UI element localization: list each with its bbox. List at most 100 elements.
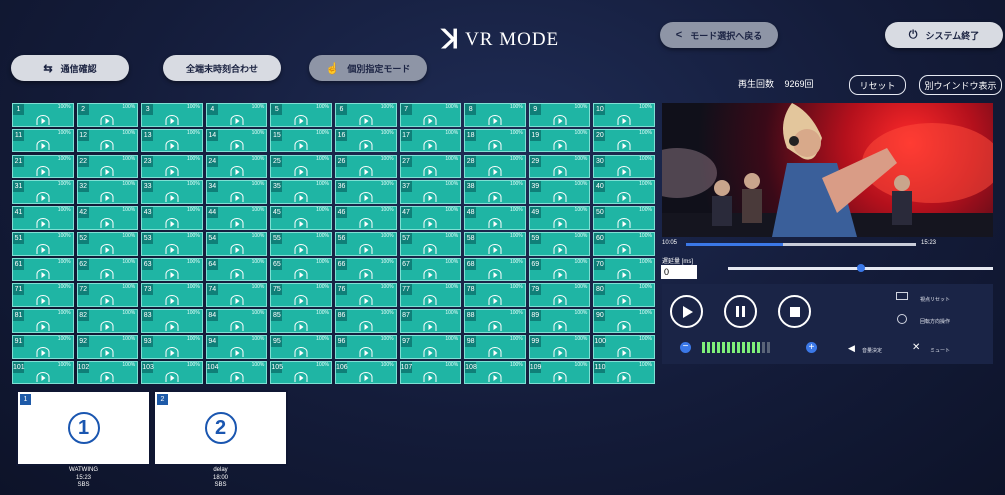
play-icon[interactable] bbox=[100, 295, 114, 306]
device-cell[interactable]: 109 100% bbox=[528, 360, 591, 385]
device-cell[interactable]: 74 100% bbox=[205, 283, 268, 308]
play-icon[interactable] bbox=[488, 217, 502, 228]
device-cell[interactable]: 15 100% bbox=[270, 128, 332, 153]
play-icon[interactable] bbox=[36, 269, 50, 280]
device-cell[interactable]: 78 100% bbox=[464, 283, 526, 308]
device-cell[interactable]: 18 100% bbox=[464, 128, 526, 153]
device-cell[interactable]: 12 100% bbox=[76, 128, 139, 153]
play-icon[interactable] bbox=[230, 166, 244, 177]
play-icon[interactable] bbox=[165, 295, 179, 306]
play-icon[interactable] bbox=[100, 372, 114, 383]
play-icon[interactable] bbox=[165, 372, 179, 383]
play-icon[interactable] bbox=[230, 114, 244, 125]
device-cell[interactable]: 86 100% bbox=[334, 309, 397, 333]
play-icon[interactable] bbox=[617, 372, 631, 383]
device-cell[interactable]: 50 100% bbox=[593, 206, 655, 230]
play-icon[interactable] bbox=[230, 243, 244, 254]
play-icon[interactable] bbox=[423, 166, 437, 177]
play-icon[interactable] bbox=[36, 320, 50, 331]
mute-icon[interactable]: ✕ bbox=[912, 342, 920, 353]
device-cell[interactable]: 58 100% bbox=[464, 231, 526, 256]
device-cell[interactable]: 43 100% bbox=[141, 206, 203, 230]
device-cell[interactable]: 33 100% bbox=[141, 180, 203, 204]
device-cell[interactable]: 85 100% bbox=[270, 309, 332, 333]
device-cell[interactable]: 24 100% bbox=[205, 154, 268, 179]
progress-track[interactable] bbox=[686, 243, 916, 246]
device-cell[interactable]: 92 100% bbox=[76, 335, 139, 359]
play-icon[interactable] bbox=[553, 166, 567, 177]
rotate-direction-icon[interactable] bbox=[897, 314, 907, 324]
device-cell[interactable]: 22 100% bbox=[76, 154, 139, 179]
device-cell[interactable]: 13 100% bbox=[141, 128, 203, 153]
play-icon[interactable] bbox=[165, 320, 179, 331]
device-cell[interactable]: 51 100% bbox=[12, 231, 74, 256]
play-icon[interactable] bbox=[294, 346, 308, 357]
play-icon[interactable] bbox=[294, 191, 308, 202]
device-cell[interactable]: 83 100% bbox=[141, 309, 203, 333]
play-icon[interactable] bbox=[359, 217, 373, 228]
device-cell[interactable]: 14 100% bbox=[205, 128, 268, 153]
play-icon[interactable] bbox=[617, 114, 631, 125]
play-icon[interactable] bbox=[617, 346, 631, 357]
play-icon[interactable] bbox=[165, 140, 179, 151]
device-cell[interactable]: 57 100% bbox=[399, 231, 462, 256]
play-icon[interactable] bbox=[359, 191, 373, 202]
play-icon[interactable] bbox=[488, 114, 502, 125]
play-icon[interactable] bbox=[423, 217, 437, 228]
device-cell[interactable]: 55 100% bbox=[270, 231, 332, 256]
device-cell[interactable]: 27 100% bbox=[399, 154, 462, 179]
device-cell[interactable]: 69 100% bbox=[528, 257, 591, 282]
play-icon[interactable] bbox=[488, 140, 502, 151]
device-cell[interactable]: 36 100% bbox=[334, 180, 397, 204]
comm-check-button[interactable]: ⇆ 通信確認 bbox=[11, 55, 129, 81]
play-icon[interactable] bbox=[359, 166, 373, 177]
device-cell[interactable]: 2 100% bbox=[76, 103, 139, 127]
device-cell[interactable]: 67 100% bbox=[399, 257, 462, 282]
device-cell[interactable]: 28 100% bbox=[464, 154, 526, 179]
device-cell[interactable]: 16 100% bbox=[334, 128, 397, 153]
play-icon[interactable] bbox=[488, 269, 502, 280]
play-icon[interactable] bbox=[553, 269, 567, 280]
device-cell[interactable]: 38 100% bbox=[464, 180, 526, 204]
device-cell[interactable]: 41 100% bbox=[12, 206, 74, 230]
delay-slider-handle[interactable] bbox=[856, 264, 865, 272]
device-cell[interactable]: 17 100% bbox=[399, 128, 462, 153]
device-cell[interactable]: 75 100% bbox=[270, 283, 332, 308]
play-icon[interactable] bbox=[617, 295, 631, 306]
play-icon[interactable] bbox=[36, 217, 50, 228]
play-icon[interactable] bbox=[553, 372, 567, 383]
play-icon[interactable] bbox=[488, 295, 502, 306]
play-icon[interactable] bbox=[100, 320, 114, 331]
volume-up-button[interactable]: + bbox=[806, 342, 817, 353]
device-cell[interactable]: 107 100% bbox=[399, 360, 462, 385]
device-cell[interactable]: 56 100% bbox=[334, 231, 397, 256]
play-icon[interactable] bbox=[423, 320, 437, 331]
play-icon[interactable] bbox=[230, 346, 244, 357]
play-icon[interactable] bbox=[488, 243, 502, 254]
play-icon[interactable] bbox=[165, 166, 179, 177]
play-icon[interactable] bbox=[36, 372, 50, 383]
device-cell[interactable]: 21 100% bbox=[12, 154, 74, 179]
play-icon[interactable] bbox=[230, 217, 244, 228]
back-to-mode-select-button[interactable]: < モード選択へ戻る bbox=[660, 22, 778, 48]
play-icon[interactable] bbox=[36, 295, 50, 306]
play-icon[interactable] bbox=[36, 346, 50, 357]
device-cell[interactable]: 6 100% bbox=[334, 103, 397, 127]
play-icon[interactable] bbox=[100, 269, 114, 280]
pause-button[interactable] bbox=[724, 295, 757, 328]
play-icon[interactable] bbox=[165, 346, 179, 357]
device-cell[interactable]: 47 100% bbox=[399, 206, 462, 230]
device-cell[interactable]: 49 100% bbox=[528, 206, 591, 230]
play-icon[interactable] bbox=[294, 372, 308, 383]
device-cell[interactable]: 95 100% bbox=[270, 335, 332, 359]
reset-count-button[interactable]: リセット bbox=[849, 75, 906, 95]
device-cell[interactable]: 46 100% bbox=[334, 206, 397, 230]
device-cell[interactable]: 98 100% bbox=[464, 335, 526, 359]
play-icon[interactable] bbox=[423, 243, 437, 254]
device-cell[interactable]: 99 100% bbox=[528, 335, 591, 359]
viewpoint-reset-icon[interactable] bbox=[896, 292, 908, 300]
play-icon[interactable] bbox=[36, 191, 50, 202]
device-cell[interactable]: 89 100% bbox=[528, 309, 591, 333]
device-cell[interactable]: 79 100% bbox=[528, 283, 591, 308]
play-icon[interactable] bbox=[100, 191, 114, 202]
